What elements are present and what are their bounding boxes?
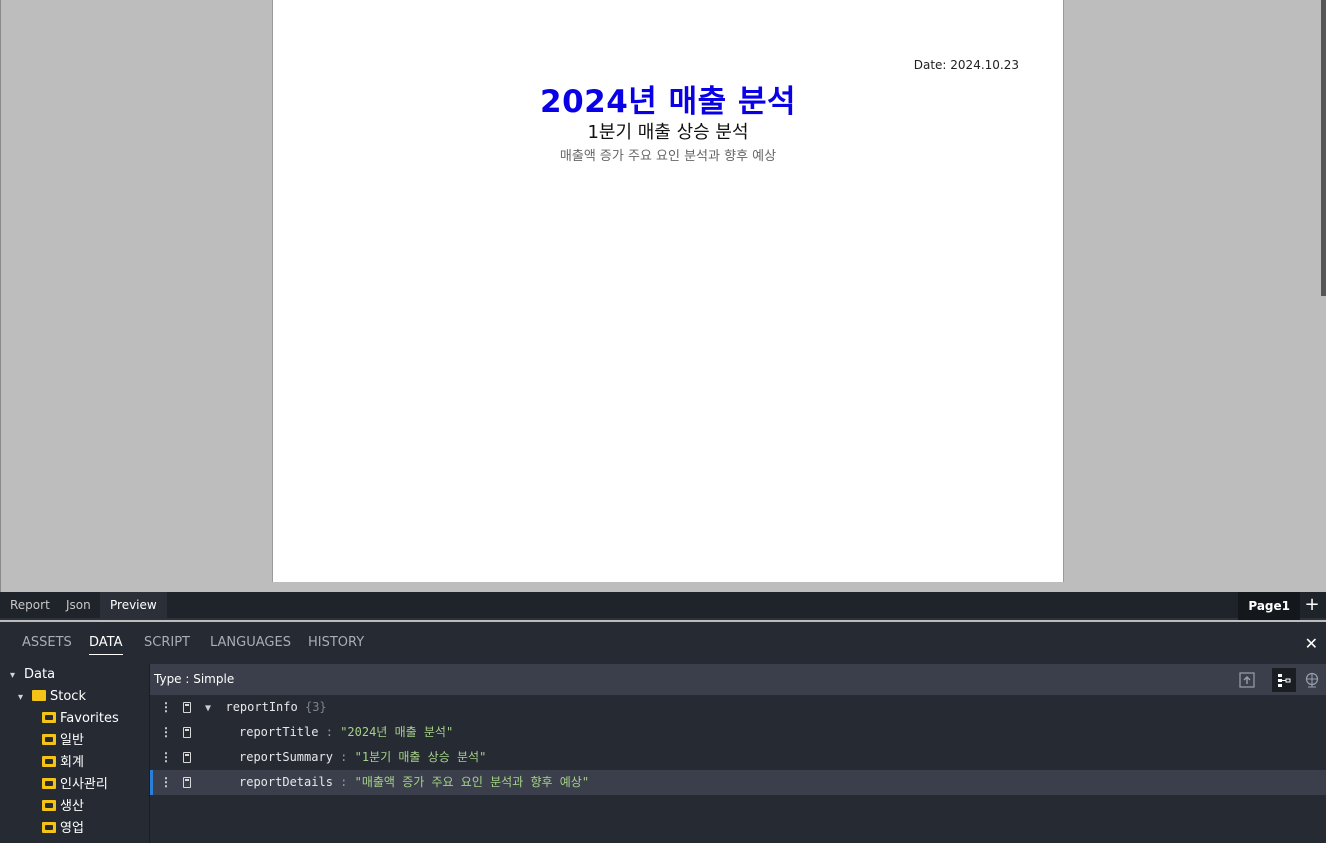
tab-assets[interactable]: ASSETS [22,635,72,650]
folder-icon [42,756,56,767]
json-editor: Type : Simple ⋮ ▼ reportInfo {3} ⋮ repor… [150,664,1326,843]
collapse-icon[interactable]: ▼ [205,703,211,714]
json-colon: : [340,750,348,764]
tab-report[interactable]: Report [0,592,60,618]
folder-icon [42,778,56,789]
report-title: 2024년 매출 분석 [540,84,796,120]
tree-item-production[interactable]: 생산 [42,796,84,818]
tree-item-label: 생산 [60,799,84,814]
document-icon[interactable] [183,702,191,713]
chevron-down-icon: ▾ [18,692,24,703]
type-label: Type : Simple [154,672,235,686]
tree-item-label: Data [24,667,56,682]
drag-handle-icon[interactable]: ⋮ [160,695,172,720]
folder-icon [32,690,46,701]
tree-item-label: Stock [50,689,86,704]
tab-script[interactable]: SCRIPT [144,635,190,650]
tree-item-label: Favorites [60,711,119,726]
editor-header: Type : Simple [150,664,1326,695]
json-row[interactable]: ⋮ reportSummary : "1분기 매출 상승 분석" [150,745,1326,770]
tree-item-stock[interactable]: ▾ Stock [18,686,86,708]
tree-item-favorites[interactable]: Favorites [42,708,119,730]
tree-item-label: 일반 [60,733,84,748]
json-row-root[interactable]: ⋮ ▼ reportInfo {3} [150,695,1326,720]
upload-icon[interactable] [1235,668,1259,692]
json-row[interactable]: ⋮ reportTitle : "2024년 매출 분석" [150,720,1326,745]
add-page-icon[interactable]: + [1302,594,1322,616]
document-icon[interactable] [183,777,191,788]
tab-data[interactable]: DATA [89,635,123,655]
report-details: 매출액 증가 주요 요인 분석과 향후 예상 [559,149,777,164]
document-icon[interactable] [183,727,191,738]
json-value[interactable]: "1분기 매출 상승 분석" [355,750,487,764]
globe-icon[interactable] [1300,668,1324,692]
tab-history[interactable]: HISTORY [308,635,364,650]
preview-canvas: Date: 2024.10.23 2024년 매출 분석 1분기 매출 상승 분… [0,0,1326,592]
folder-icon [42,734,56,745]
tree-item-sales[interactable]: 영업 [42,818,84,840]
json-row-selected[interactable]: ⋮ reportDetails : "매출액 증가 주요 요인 분석과 향후 예… [150,770,1326,795]
bottom-panel: ASSETS DATA SCRIPT LANGUAGES HISTORY ✕ ▾… [0,622,1326,843]
json-value[interactable]: "매출액 증가 주요 요인 분석과 향후 예상" [355,775,589,789]
tree-item-label: 회계 [60,755,84,770]
json-count: {3} [304,700,327,714]
document-icon[interactable] [183,752,191,763]
drag-handle-icon[interactable]: ⋮ [160,770,172,795]
tab-json[interactable]: Json [56,592,101,618]
folder-icon [42,800,56,811]
json-value[interactable]: "2024년 매출 분석" [340,725,453,739]
tab-languages[interactable]: LANGUAGES [210,635,291,650]
tree-item-general[interactable]: 일반 [42,730,84,752]
view-tab-bar: Report Json Preview Page1 + [0,592,1326,620]
tree-view-icon[interactable] [1272,668,1296,692]
tab-page1[interactable]: Page1 [1238,592,1300,620]
drag-handle-icon[interactable]: ⋮ [160,720,172,745]
json-key: reportInfo [225,700,298,714]
report-page[interactable]: Date: 2024.10.23 2024년 매출 분석 1분기 매출 상승 분… [272,0,1064,582]
tree-item-data[interactable]: ▾ Data [10,664,55,686]
tree-item-accounting[interactable]: 회계 [42,752,84,774]
drag-handle-icon[interactable]: ⋮ [160,745,172,770]
tab-preview[interactable]: Preview [100,592,167,618]
tree-item-label: 인사관리 [60,777,108,792]
json-colon: : [340,775,348,789]
json-colon: : [325,725,333,739]
report-subtitle: 1분기 매출 상승 분석 [587,122,749,143]
json-key: reportTitle [239,725,319,739]
tree-item-label: 영업 [60,821,84,836]
panel-tab-bar: ASSETS DATA SCRIPT LANGUAGES HISTORY ✕ [0,622,1326,662]
tree-item-hr[interactable]: 인사관리 [42,774,108,796]
close-icon[interactable]: ✕ [1305,634,1318,653]
data-tree: ▾ Data ▾ Stock Favorites 일반 회계 인사관리 생산 영업 [0,664,150,843]
json-key: reportDetails [239,775,333,789]
chevron-down-icon: ▾ [10,670,16,681]
json-key: reportSummary [239,750,333,764]
folder-icon [42,822,56,833]
vertical-scrollbar[interactable] [1321,0,1326,296]
report-date: Date: 2024.10.23 [913,58,1019,72]
folder-icon [42,712,56,723]
